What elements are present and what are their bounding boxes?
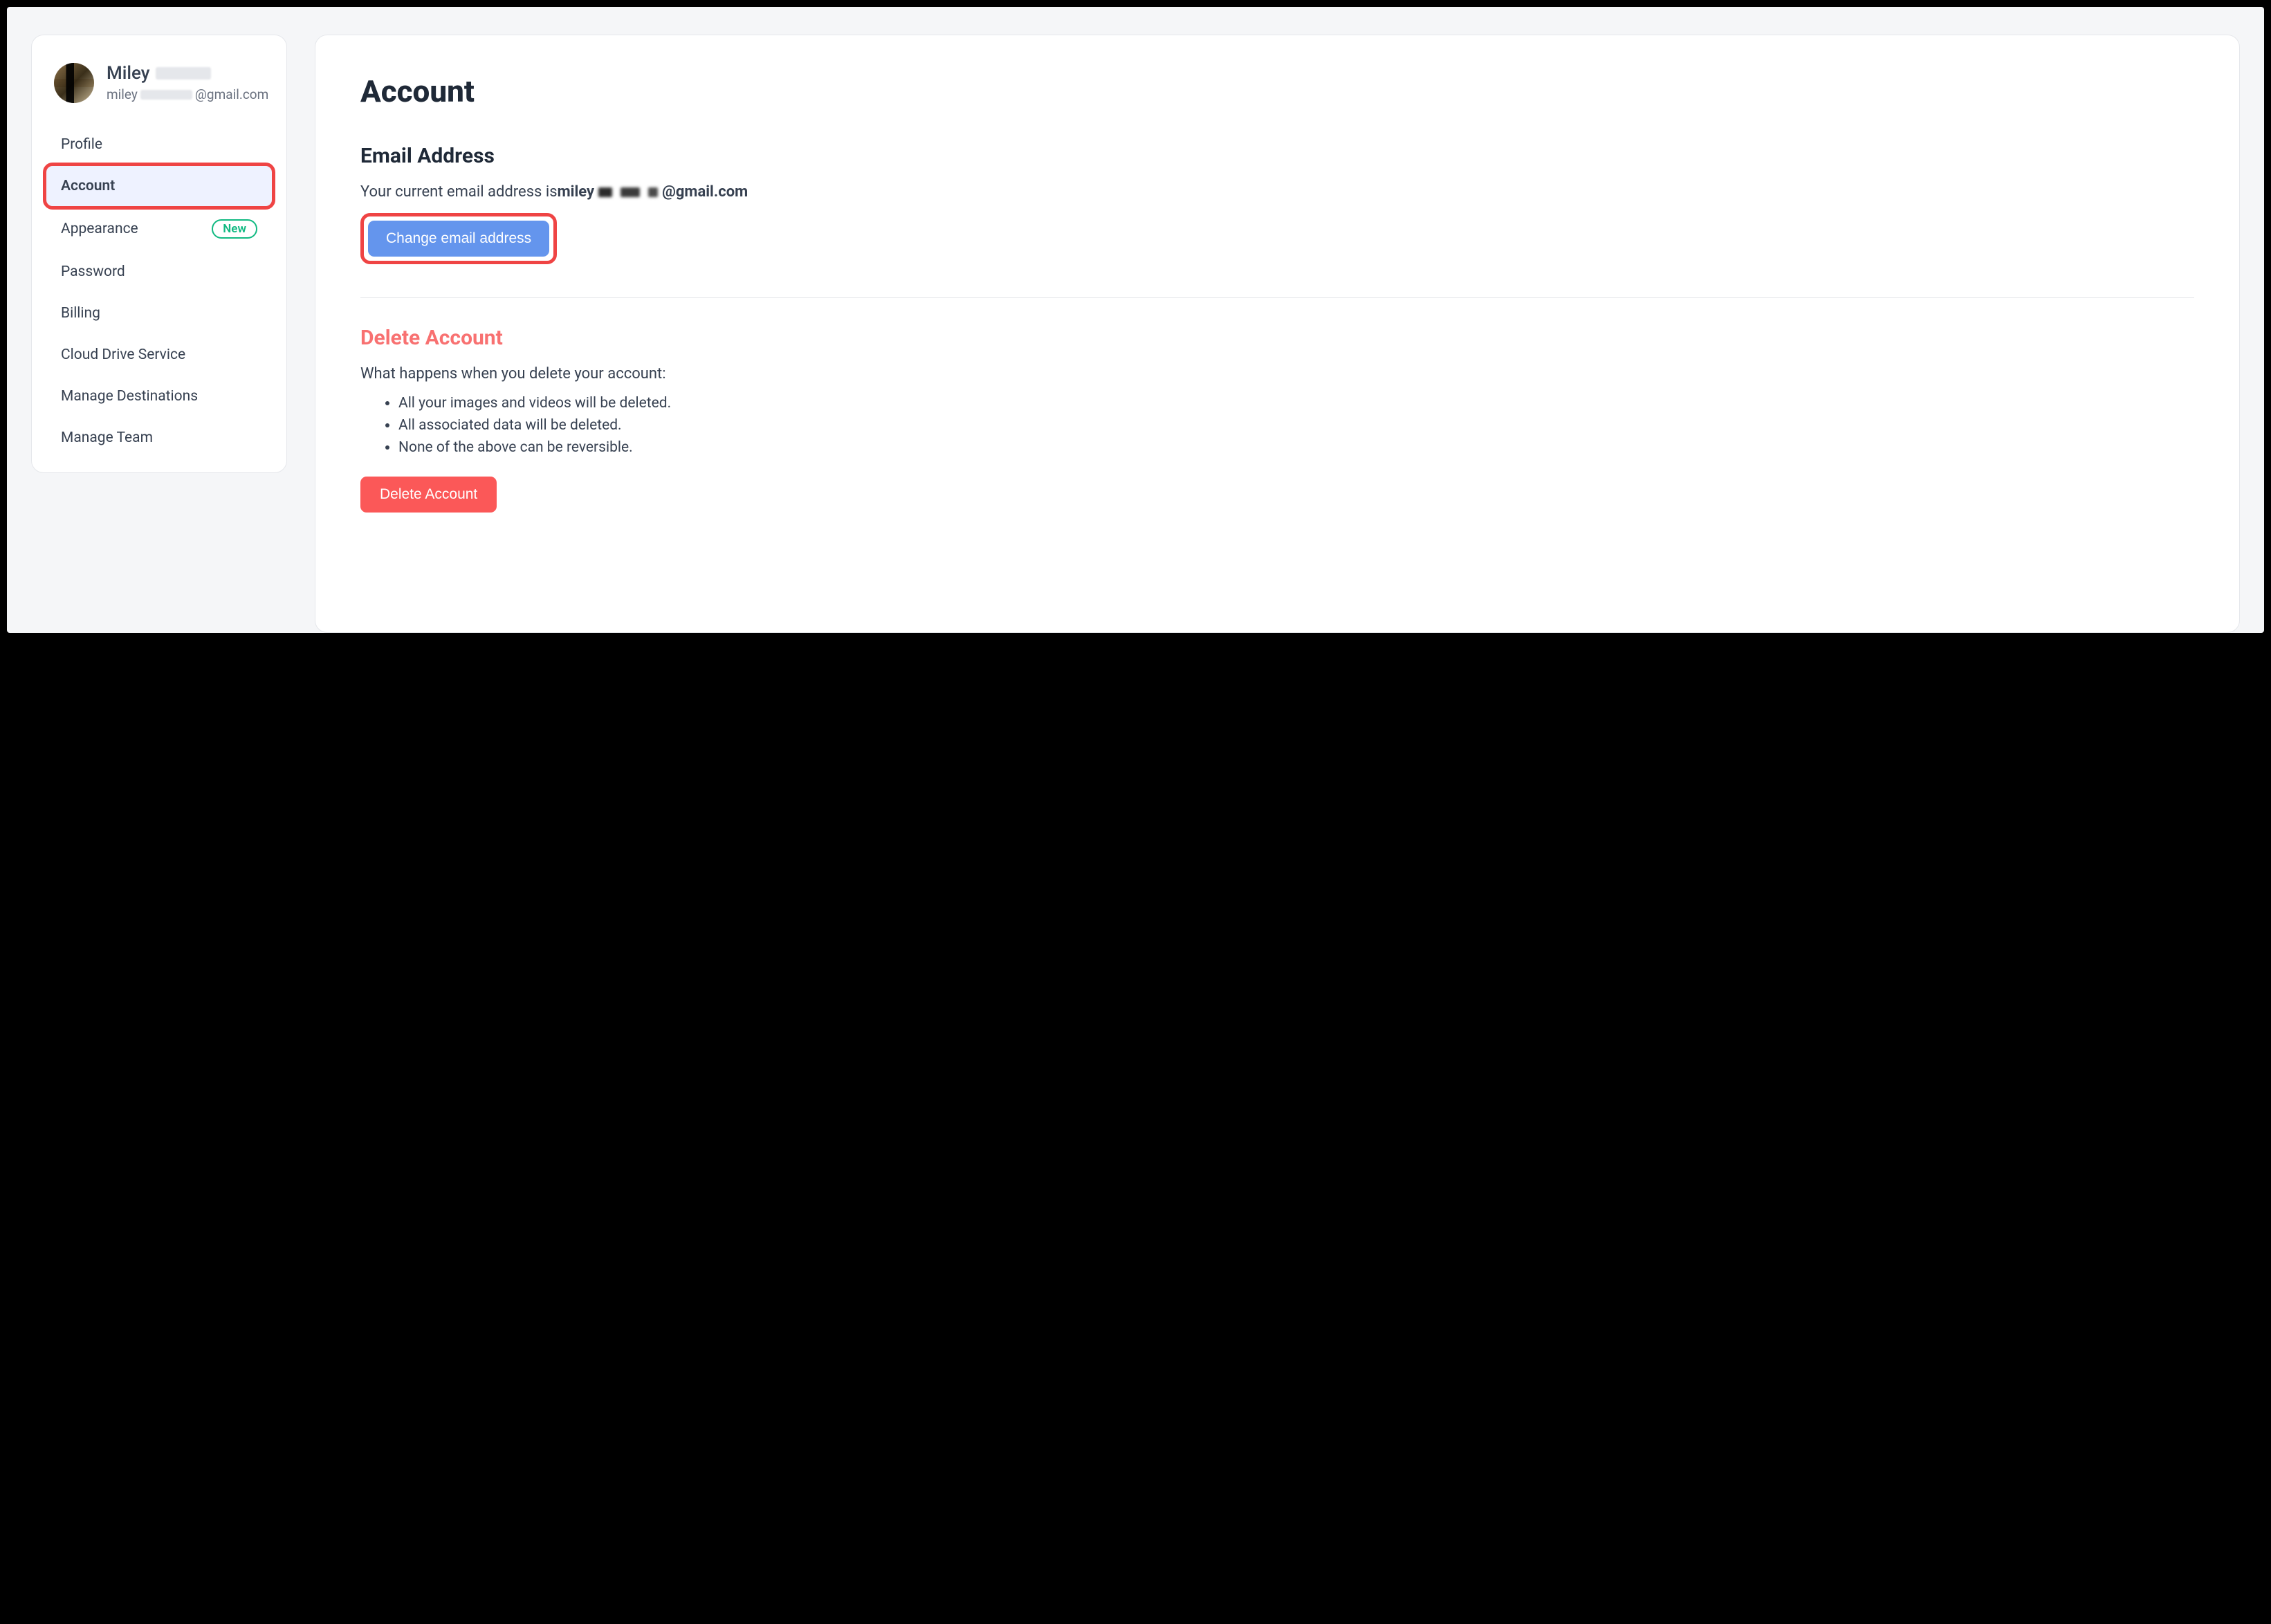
redacted-text (648, 187, 658, 197)
user-name: Miley (107, 63, 268, 84)
sidebar-item-label: Password (61, 264, 125, 280)
email-suffix: @gmail.com (662, 183, 748, 201)
list-item: None of the above can be reversible. (398, 439, 2194, 456)
sidebar-item-label: Appearance (61, 221, 138, 237)
sidebar-item-cloud-drive[interactable]: Cloud Drive Service (46, 334, 273, 376)
user-email-suffix: @gmail.com (195, 86, 268, 102)
section-divider (360, 297, 2194, 298)
change-email-button[interactable]: Change email address (368, 221, 549, 257)
main-panel: Account Email Address Your current email… (315, 35, 2240, 633)
list-item: All your images and videos will be delet… (398, 395, 2194, 412)
page-title: Account (360, 73, 2194, 109)
app-frame: Miley miley @gmail.com Profile Account A… (7, 7, 2264, 633)
settings-nav: Profile Account Appearance New Password … (46, 124, 273, 459)
sidebar-item-billing[interactable]: Billing (46, 293, 273, 334)
current-email-text: Your current email address is miley @gma… (360, 183, 2194, 201)
section-heading: Email Address (360, 144, 2194, 168)
redacted-text (598, 187, 612, 197)
sidebar-item-manage-destinations[interactable]: Manage Destinations (46, 376, 273, 417)
delete-account-section: Delete Account What happens when you del… (360, 326, 2194, 513)
redacted-text (140, 90, 192, 100)
delete-account-button[interactable]: Delete Account (360, 477, 497, 513)
delete-intro-text: What happens when you delete your accoun… (360, 365, 2194, 382)
user-name-visible: Miley (107, 63, 150, 84)
highlight-box: Change email address (360, 213, 557, 264)
user-info: Miley miley @gmail.com (46, 63, 273, 124)
sidebar-item-password[interactable]: Password (46, 251, 273, 293)
sidebar-item-label: Account (61, 178, 115, 194)
settings-sidebar: Miley miley @gmail.com Profile Account A… (31, 35, 287, 473)
current-email-value: miley @gmail.com (558, 183, 748, 201)
user-email: miley @gmail.com (107, 86, 268, 102)
delete-consequences-list: All your images and videos will be delet… (360, 395, 2194, 456)
sidebar-item-manage-team[interactable]: Manage Team (46, 417, 273, 459)
user-email-prefix: miley (107, 86, 138, 102)
email-address-section: Email Address Your current email address… (360, 144, 2194, 264)
redacted-text (156, 67, 211, 80)
sidebar-item-appearance[interactable]: Appearance New (46, 207, 273, 251)
avatar (54, 63, 94, 103)
sidebar-item-label: Manage Team (61, 430, 153, 446)
sidebar-item-account[interactable]: Account (46, 165, 273, 207)
sidebar-item-label: Cloud Drive Service (61, 347, 185, 363)
list-item: All associated data will be deleted. (398, 417, 2194, 434)
sidebar-item-label: Manage Destinations (61, 388, 198, 405)
redacted-text (620, 187, 640, 197)
sidebar-item-profile[interactable]: Profile (46, 124, 273, 165)
new-badge: New (212, 219, 257, 239)
email-prefix: miley (558, 183, 595, 201)
sidebar-item-label: Profile (61, 136, 102, 153)
user-text: Miley miley @gmail.com (107, 63, 268, 102)
email-body-prefix: Your current email address is (360, 183, 558, 201)
section-heading: Delete Account (360, 326, 2194, 350)
sidebar-item-label: Billing (61, 305, 100, 322)
